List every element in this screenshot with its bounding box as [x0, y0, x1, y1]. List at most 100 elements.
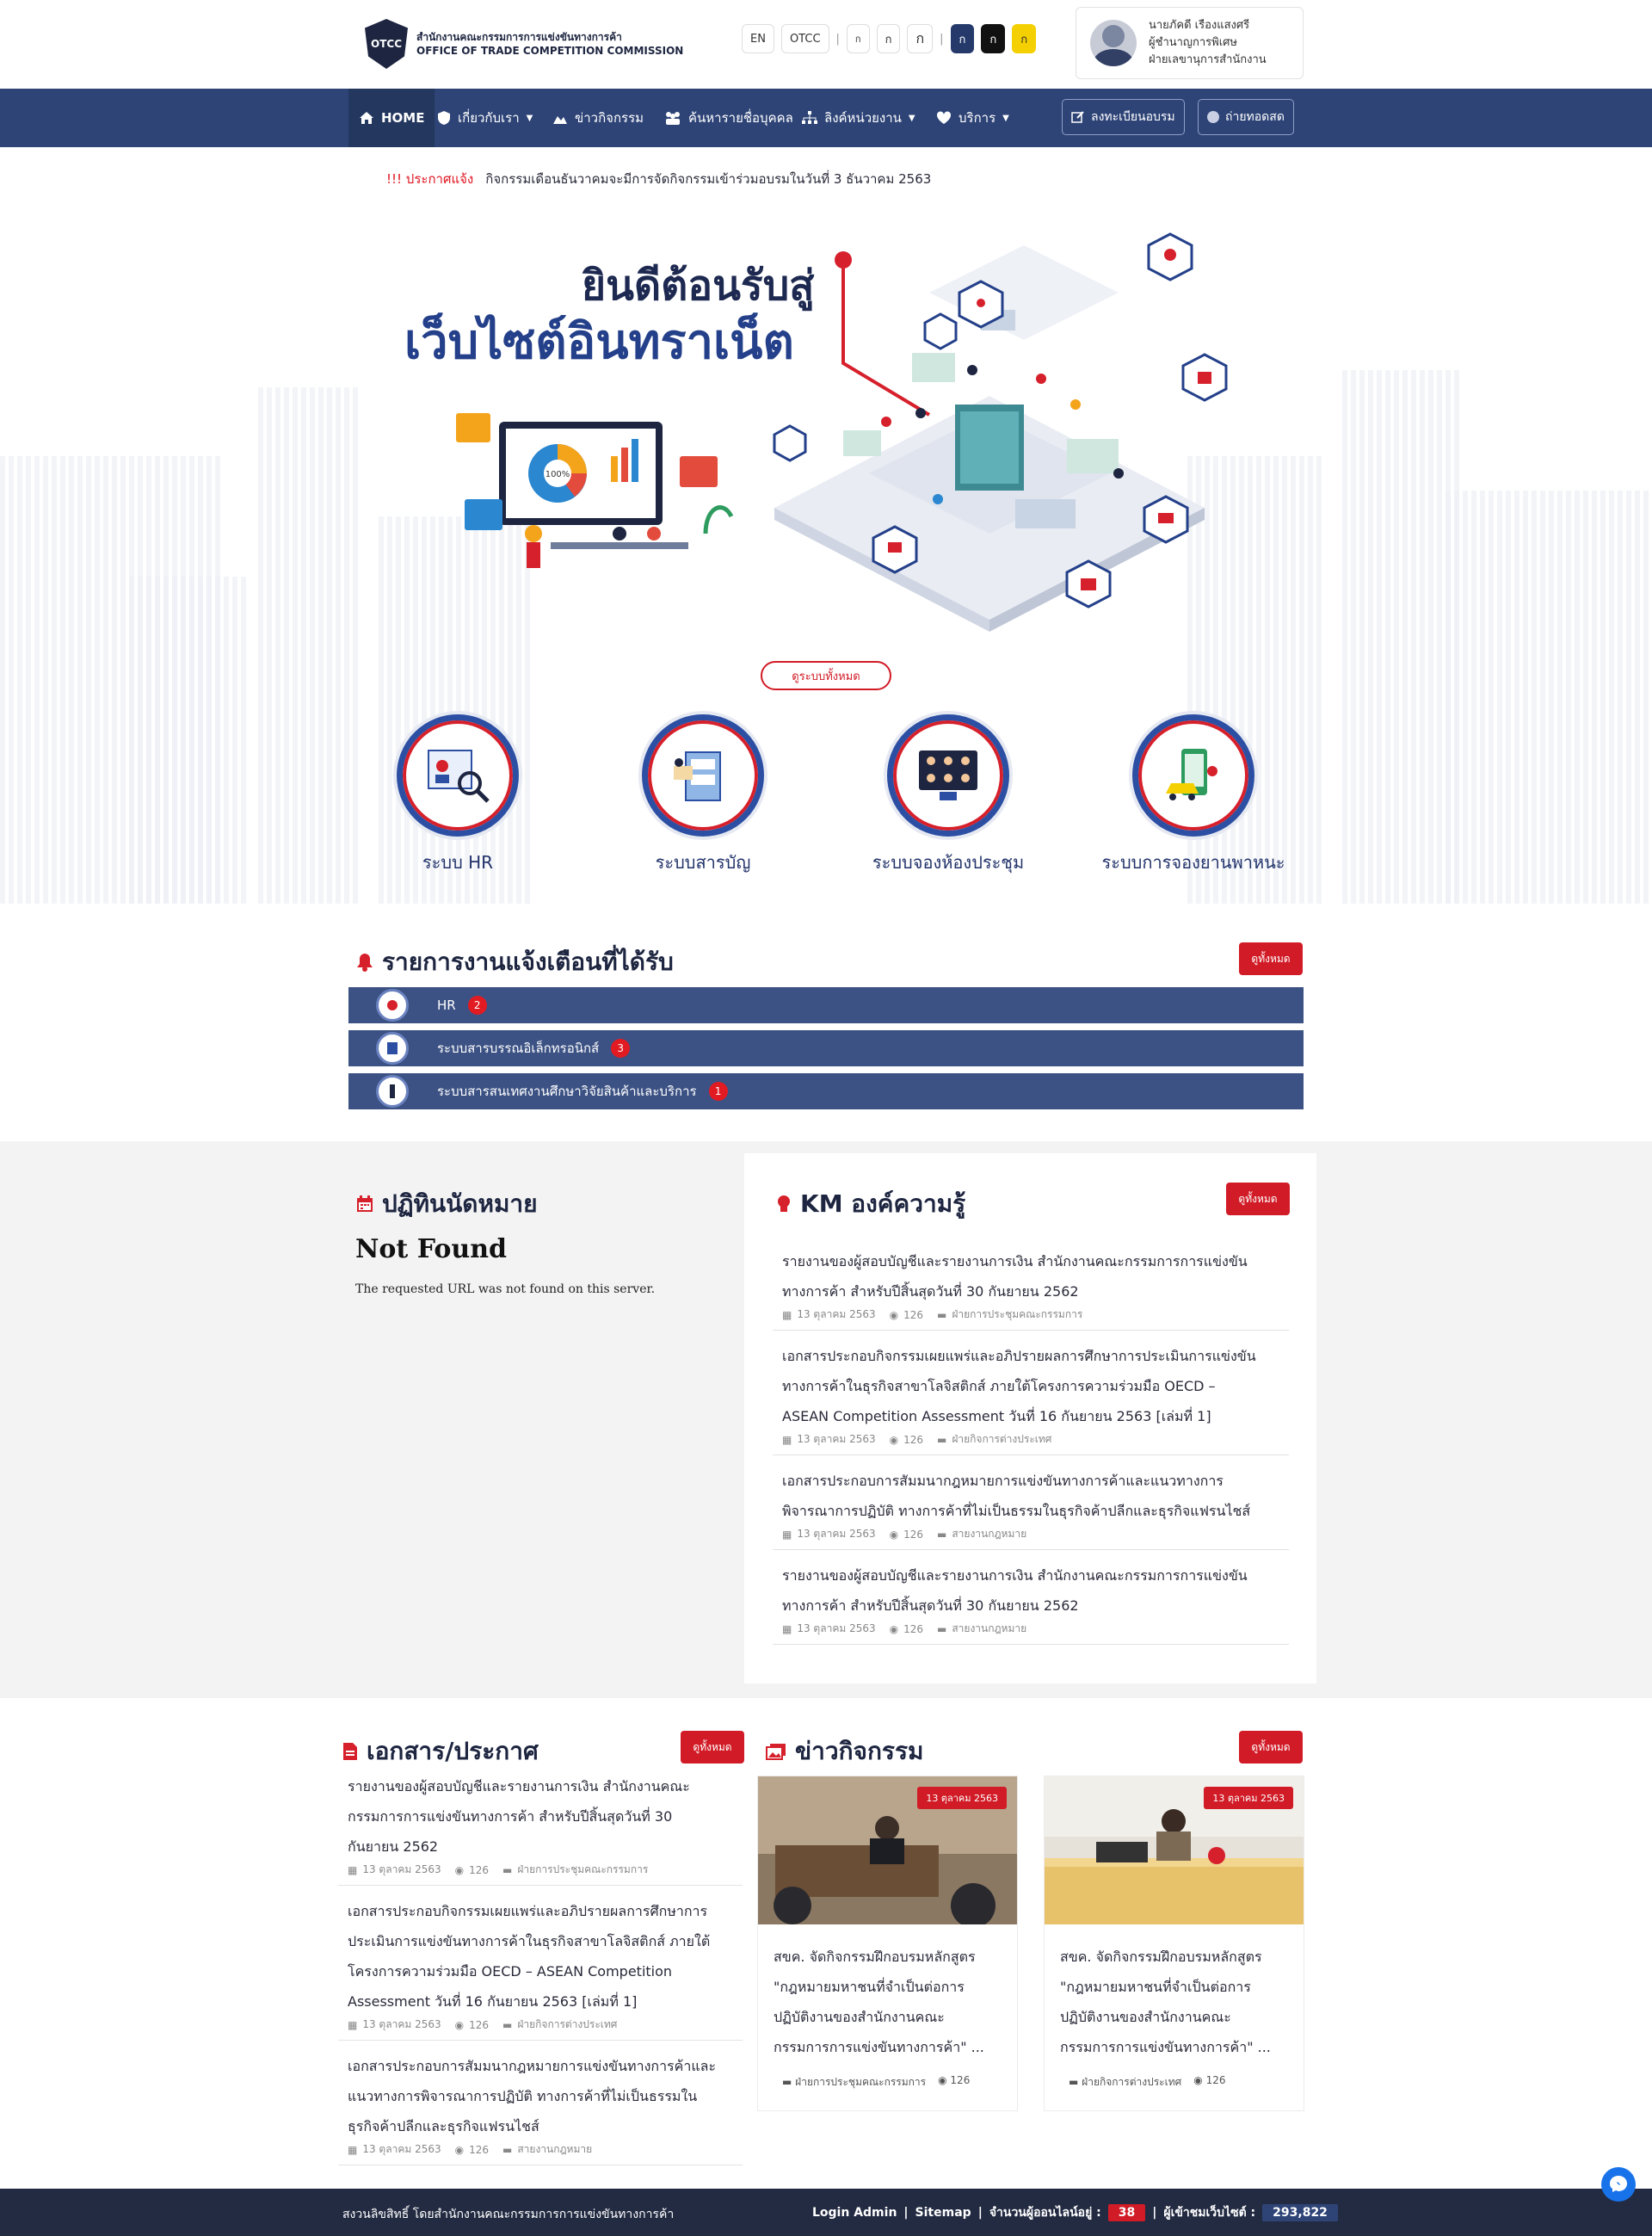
- announcement-bar: !!! ประกาศแจ้ง กิจกรรมเดือนธันวาคมจะมีกา…: [386, 169, 931, 189]
- site-logo[interactable]: OTCC สำนักงานคณะกรรมการการแข่งขันทางการค…: [365, 19, 683, 69]
- list-item-title[interactable]: รายงานของผู้สอบบัญชีและรายงานการเงิน สำน…: [338, 1771, 743, 1862]
- notification-row-saraban[interactable]: ระบบสารบรรณอิเล็กทรอนิกส์ 3: [348, 1030, 1304, 1066]
- item-dept: สายงานกฎหมาย: [952, 1622, 1027, 1634]
- system-saraban[interactable]: ระบบสารบัญ: [604, 714, 802, 876]
- document-cabinet-icon: [642, 714, 764, 837]
- not-found-title: Not Found: [355, 1234, 508, 1264]
- list-item-title[interactable]: รายงานของผู้สอบบัญชีและรายงานการเงิน สำน…: [773, 1560, 1289, 1621]
- sitemap-icon: [802, 111, 817, 124]
- list-item-line: ทางการค้า สำหรับปีสิ้นสุดวันที่ 30 กันยา…: [782, 1283, 1079, 1300]
- user-name: นายภัคดี เรืองแสงศรี: [1149, 19, 1250, 32]
- announcement-text[interactable]: กิจกรรมเดือนธันวาคมจะมีการจัดกิจกรรมเข้า…: [485, 169, 931, 189]
- notification-label: ระบบสารบรรณอิเล็กทรอนิกส์: [437, 1041, 600, 1056]
- news-card-line: ปฏิบัติงานของสำนักงานคณะ: [1060, 2009, 1231, 2025]
- item-dept: ฝ่ายกิจการต่างประเทศ: [952, 1433, 1052, 1445]
- video-meeting-icon: [887, 714, 1009, 837]
- shield-icon: [438, 111, 450, 125]
- user-profile[interactable]: นายภัคดี เรืองแสงศรี ผู้ชำนาญการพิเศษ ฝ่…: [1076, 7, 1304, 79]
- notification-label: ระบบสารสนเทศงานศึกษาวิจัยสินค้าและบริการ: [437, 1084, 697, 1099]
- notification-row-research[interactable]: ระบบสารสนเทศงานศึกษาวิจัยสินค้าและบริการ…: [348, 1073, 1304, 1109]
- list-item-title[interactable]: เอกสารประกอบกิจกรรมเผยแพร่และอภิปรายผลกา…: [773, 1341, 1289, 1431]
- news-dept: ฝ่ายการประชุมคณะกรรมการ: [795, 2076, 927, 2088]
- news-card-title[interactable]: สขค. จัดกิจกรรมฝึกอบรมหลักสูตร "กฎหมายมห…: [1060, 1942, 1292, 2062]
- news-card-title[interactable]: สขค. จัดกิจกรรมฝึกอบรมหลักสูตร "กฎหมายมห…: [774, 1942, 1006, 2062]
- theme-contrast-button[interactable]: ก: [1012, 24, 1037, 53]
- nav-services-label: บริการ: [959, 110, 996, 126]
- home-icon: [360, 112, 373, 124]
- news-card-meta: ▬ ฝ่ายกิจการต่างประเทศ ◉ 126: [1069, 2074, 1225, 2091]
- footer-links: Login Admin | Sitemap | จำนวนผู้ออนไลน์อ…: [812, 2203, 1338, 2222]
- item-views: 126: [469, 2143, 489, 2156]
- list-item[interactable]: เอกสารประกอบการสัมมนากฎหมายการแข่งขันทาง…: [773, 1466, 1289, 1550]
- list-item[interactable]: รายงานของผู้สอบบัญชีและรายงานการเงิน สำน…: [773, 1246, 1289, 1331]
- nav-search-people[interactable]: ค้นหารายชื่อบุคคล: [664, 89, 793, 147]
- list-item-title[interactable]: รายงานของผู้สอบบัญชีและรายงานการเงิน สำน…: [773, 1246, 1289, 1306]
- list-item-line: รายงานของผู้สอบบัญชีและรายงานการเงิน สำน…: [782, 1253, 1248, 1269]
- nav-services[interactable]: บริการ ▼: [936, 89, 1009, 147]
- news-view-all-button[interactable]: ดูทั้งหมด: [1239, 1731, 1303, 1763]
- list-item[interactable]: เอกสารประกอบการสัมมนากฎหมายการแข่งขันทาง…: [338, 2051, 743, 2165]
- notifications-view-all-button[interactable]: ดูทั้งหมด: [1239, 942, 1303, 975]
- news-card[interactable]: 13 ตุลาคม 2563 สขค. จัดกิจกรรมฝึกอบรมหลั…: [757, 1776, 1018, 2111]
- list-item[interactable]: เอกสารประกอบกิจกรรมเผยแพร่และอภิปรายผลกา…: [773, 1341, 1289, 1455]
- separator: |: [1152, 2206, 1157, 2220]
- news-card[interactable]: 13 ตุลาคม 2563 สขค. จัดกิจกรรมฝึกอบรมหลั…: [1044, 1776, 1304, 2111]
- lang-en-button[interactable]: EN: [742, 24, 774, 53]
- item-views: 126: [903, 1622, 923, 1635]
- logo-badge-text: OTCC: [371, 38, 402, 50]
- font-small-button[interactable]: ก: [846, 24, 870, 53]
- info-small-icon: [376, 1075, 409, 1108]
- nav-links[interactable]: ลิงค์หน่วยงาน ▼: [802, 89, 915, 147]
- register-training-button[interactable]: ลงทะเบียนอบรม: [1062, 99, 1185, 135]
- news-views: 126: [950, 2074, 971, 2086]
- list-item-line: ทางการค้า สำหรับปีสิ้นสุดวันที่ 30 กันยา…: [782, 1597, 1079, 1614]
- notification-row-hr[interactable]: HR 2: [348, 987, 1304, 1023]
- online-label: จำนวนผู้ออนไลน์อยู่ :: [989, 2206, 1101, 2220]
- system-meeting-room[interactable]: ระบบจองห้องประชุม: [849, 714, 1047, 876]
- item-dept: สายงานกฎหมาย: [952, 1528, 1027, 1540]
- list-item-line: กรรมการการแข่งขันทางการค้า สำหรับปีสิ้นส…: [348, 1808, 673, 1825]
- live-stream-button[interactable]: ถ่ายทอดสด: [1198, 99, 1294, 135]
- calendar-panel: [338, 1153, 743, 1683]
- list-item-title[interactable]: เอกสารประกอบการสัมมนากฎหมายการแข่งขันทาง…: [338, 2051, 743, 2141]
- list-item[interactable]: รายงานของผู้สอบบัญชีและรายงานการเงิน สำน…: [338, 1771, 743, 1886]
- folder-icon: ▬: [502, 1863, 513, 1876]
- list-item-meta: ▦ 13 ตุลาคม 2563 ◉ 126 ▬ ฝ่ายกิจการต่างประเทศ: [338, 2017, 743, 2040]
- sitemap-link[interactable]: Sitemap: [915, 2206, 971, 2220]
- eye-icon: ◉: [1193, 2074, 1203, 2086]
- nav-about[interactable]: เกี่ยวกับเรา ▼: [437, 89, 533, 147]
- folder-icon: ▬: [937, 1308, 947, 1321]
- notification-label: HR: [437, 998, 456, 1013]
- otcc-button[interactable]: OTCC: [780, 24, 829, 53]
- list-item-line: รายงานของผู้สอบบัญชีและรายงานการเงิน สำน…: [782, 1567, 1248, 1584]
- view-all-systems-button[interactable]: ดูระบบทั้งหมด: [761, 661, 891, 690]
- system-hr[interactable]: ระบบ HR: [359, 714, 557, 876]
- announcement-tag: !!! ประกาศแจ้ง: [386, 171, 474, 187]
- font-large-button[interactable]: ก: [907, 24, 934, 53]
- list-item-line: รายงานของผู้สอบบัญชีและรายงานการเงิน สำน…: [348, 1778, 690, 1794]
- theme-dark-button[interactable]: ก: [981, 24, 1006, 53]
- nav-home[interactable]: HOME: [348, 89, 435, 147]
- theme-default-button[interactable]: ก: [950, 24, 975, 53]
- list-item[interactable]: เอกสารประกอบกิจกรรมเผยแพร่และอภิปรายผลกา…: [338, 1896, 743, 2041]
- register-training-label: ลงทะเบียนอบรม: [1091, 110, 1175, 124]
- list-item[interactable]: รายงานของผู้สอบบัญชีและรายงานการเงิน สำน…: [773, 1560, 1289, 1645]
- nav-news[interactable]: ข่าวกิจกรรม: [552, 89, 644, 147]
- folder-icon: ▬: [937, 1622, 947, 1635]
- file-icon: [343, 1743, 357, 1760]
- system-vehicle[interactable]: ระบบการจองยานพาหนะ: [1094, 714, 1292, 876]
- separator: |: [903, 2206, 909, 2220]
- list-item-meta: ▦ 13 ตุลาคม 2563 ◉ 126 ▬ ฝ่ายการประชุมคณะกรรม…: [338, 1862, 743, 1885]
- list-item-title[interactable]: เอกสารประกอบกิจกรรมเผยแพร่และอภิปรายผลกา…: [338, 1896, 743, 2017]
- font-medium-button[interactable]: ก: [876, 24, 901, 53]
- docs-view-all-button[interactable]: ดูทั้งหมด: [681, 1731, 744, 1763]
- messenger-chat-button[interactable]: [1601, 2167, 1636, 2202]
- login-admin-link[interactable]: Login Admin: [812, 2206, 897, 2220]
- hr-icon: [397, 714, 519, 837]
- record-icon: [1207, 111, 1219, 123]
- list-item-title[interactable]: เอกสารประกอบการสัมมนากฎหมายการแข่งขันทาง…: [773, 1466, 1289, 1526]
- km-view-all-button[interactable]: ดูทั้งหมด: [1226, 1183, 1290, 1215]
- item-date: 13 ตุลาคม 2563: [362, 1863, 441, 1875]
- list-item-meta: ▦ 13 ตุลาคม 2563 ◉ 126 ▬ ฝ่ายการประชุมคณะกรรม…: [773, 1306, 1289, 1330]
- separator: |: [835, 32, 840, 46]
